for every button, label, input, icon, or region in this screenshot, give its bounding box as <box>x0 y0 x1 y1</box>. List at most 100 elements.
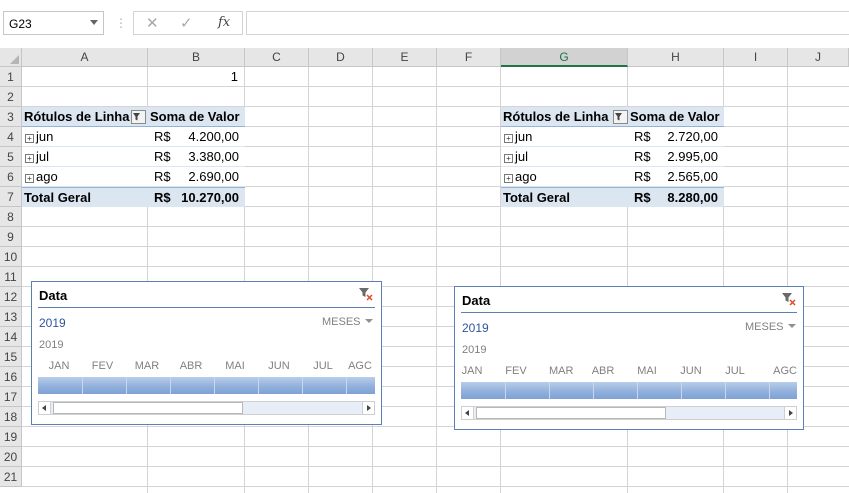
timeline-selection-bar[interactable] <box>38 377 375 394</box>
column-header-c[interactable]: C <box>245 48 309 67</box>
pivot-value-header[interactable]: Soma de Valor <box>148 107 245 127</box>
row-header-13[interactable]: 13 <box>0 307 22 327</box>
pivot-row-label[interactable]: + jun <box>22 127 148 147</box>
pivot-total-value[interactable]: R$ 10.270,00 <box>148 187 245 207</box>
column-header-b[interactable]: B <box>148 48 245 67</box>
scrollbar-thumb[interactable] <box>53 402 243 414</box>
timeline-slicer-right[interactable]: Data 2019 MESES 2019 JAN FEV MAR ABR MAI… <box>454 286 804 430</box>
slicer-title-divider <box>38 307 375 308</box>
pivot-value-header[interactable]: Soma de Valor <box>628 107 724 127</box>
plus-box-icon[interactable]: + <box>504 154 513 163</box>
row-header-1[interactable]: 1 <box>0 67 22 87</box>
column-header-g[interactable]: G <box>501 48 628 67</box>
timeline-selection-bar[interactable] <box>461 382 797 399</box>
pivot-row-label[interactable]: + jul <box>501 147 628 167</box>
timeline-scrollbar[interactable] <box>38 401 375 415</box>
column-header-h[interactable]: H <box>628 48 724 67</box>
column-header-d[interactable]: D <box>309 48 373 67</box>
row-header-14[interactable]: 14 <box>0 327 22 347</box>
pivot-row-value[interactable]: R$ 2.565,00 <box>628 167 724 187</box>
scrollbar-thumb[interactable] <box>476 407 666 419</box>
enter-button[interactable]: ✓ <box>180 14 193 32</box>
row-header-11[interactable]: 11 <box>0 267 22 287</box>
currency-symbol: R$ <box>634 169 651 184</box>
pivot-row-label[interactable]: + ago <box>22 167 148 187</box>
row-header-3[interactable]: 3 <box>0 107 22 127</box>
pivot-row-value[interactable]: R$ 3.380,00 <box>148 147 245 167</box>
slicer-selection-label: 2019 <box>462 321 489 335</box>
row-header-7[interactable]: 7 <box>0 187 22 207</box>
scroll-right-icon[interactable] <box>362 402 374 414</box>
value-text: 3.380,00 <box>188 149 239 164</box>
row-header-18[interactable]: 18 <box>0 407 22 427</box>
gridline <box>22 86 849 87</box>
formula-buttons: ✕ ✓ fx <box>133 11 243 35</box>
row-header-8[interactable]: 8 <box>0 207 22 227</box>
insert-function-button[interactable]: fx <box>218 15 230 30</box>
chevron-down-icon[interactable] <box>90 20 98 25</box>
pivot-total-label[interactable]: Total Geral <box>501 187 628 207</box>
month-label: AGC <box>773 365 797 377</box>
time-level-dropdown[interactable]: MESES <box>745 321 796 333</box>
plus-box-icon[interactable]: + <box>504 134 513 143</box>
row-header-10[interactable]: 10 <box>0 247 22 267</box>
pivot-row-label[interactable]: + jul <box>22 147 148 167</box>
row-header-4[interactable]: 4 <box>0 127 22 147</box>
pivot-row-label[interactable]: + ago <box>501 167 628 187</box>
time-level-dropdown[interactable]: MESES <box>322 316 373 328</box>
cancel-button[interactable]: ✕ <box>146 14 159 32</box>
pivot-row-value[interactable]: R$ 2.720,00 <box>628 127 724 147</box>
formula-input[interactable] <box>246 11 849 35</box>
month-label: FEV <box>505 365 527 377</box>
currency-symbol: R$ <box>634 149 651 164</box>
worksheet-grid[interactable]: A B C D E F G H I J 1 2 3 4 5 6 7 8 9 10… <box>0 48 849 493</box>
row-header-15[interactable]: 15 <box>0 347 22 367</box>
pivot-row-value[interactable]: R$ 2.690,00 <box>148 167 245 187</box>
row-header-17[interactable]: 17 <box>0 387 22 407</box>
plus-box-icon[interactable]: + <box>25 134 34 143</box>
column-header-i[interactable]: I <box>724 48 788 67</box>
filter-icon[interactable] <box>613 110 628 124</box>
pivot-row-value[interactable]: R$ 2.995,00 <box>628 147 724 167</box>
row-header-5[interactable]: 5 <box>0 147 22 167</box>
month-label: JAN <box>461 365 483 377</box>
gridline <box>308 67 309 493</box>
row-header-12[interactable]: 12 <box>0 287 22 307</box>
column-header-j[interactable]: J <box>788 48 849 67</box>
select-all-corner[interactable] <box>0 48 22 67</box>
row-header-2[interactable]: 2 <box>0 87 22 107</box>
pivot-row-labels-header[interactable]: Rótulos de Linha <box>22 107 148 127</box>
row-header-16[interactable]: 16 <box>0 367 22 387</box>
row-header-21[interactable]: 21 <box>0 467 22 487</box>
column-header-f[interactable]: F <box>437 48 501 67</box>
plus-box-icon[interactable]: + <box>25 174 34 183</box>
row-header-20[interactable]: 20 <box>0 447 22 467</box>
column-header-a[interactable]: A <box>22 48 148 67</box>
plus-box-icon[interactable]: + <box>504 174 513 183</box>
pivot-row-labels-header[interactable]: Rótulos de Linha <box>501 107 628 127</box>
name-box[interactable]: G23 <box>3 11 104 35</box>
value-text: 2.565,00 <box>667 169 718 184</box>
pivot-row-value[interactable]: R$ 4.200,00 <box>148 127 245 147</box>
clear-filter-icon[interactable] <box>781 291 797 310</box>
scroll-left-icon[interactable] <box>462 407 474 419</box>
pivot-total-label[interactable]: Total Geral <box>22 187 148 207</box>
column-header-e[interactable]: E <box>373 48 437 67</box>
scroll-right-icon[interactable] <box>784 407 796 419</box>
pivot-total-value[interactable]: R$ 8.280,00 <box>628 187 724 207</box>
cell-b1[interactable]: 1 <box>148 67 244 87</box>
timeline-slicer-left[interactable]: Data 2019 MESES 2019 JAN FEV MAR ABR MAI… <box>31 281 382 425</box>
row-header-9[interactable]: 9 <box>0 227 22 247</box>
currency-symbol: R$ <box>154 169 171 184</box>
row-header-19[interactable]: 19 <box>0 427 22 447</box>
scroll-left-icon[interactable] <box>39 402 51 414</box>
month-label: JUN <box>268 360 290 372</box>
row-header-6[interactable]: 6 <box>0 167 22 187</box>
gridline <box>436 67 437 493</box>
plus-box-icon[interactable]: + <box>25 154 34 163</box>
clear-filter-icon[interactable] <box>358 286 374 305</box>
timeline-scrollbar[interactable] <box>461 406 797 420</box>
pivot-row-label[interactable]: + jun <box>501 127 628 147</box>
filter-icon[interactable] <box>131 110 146 124</box>
gridline <box>22 266 849 267</box>
